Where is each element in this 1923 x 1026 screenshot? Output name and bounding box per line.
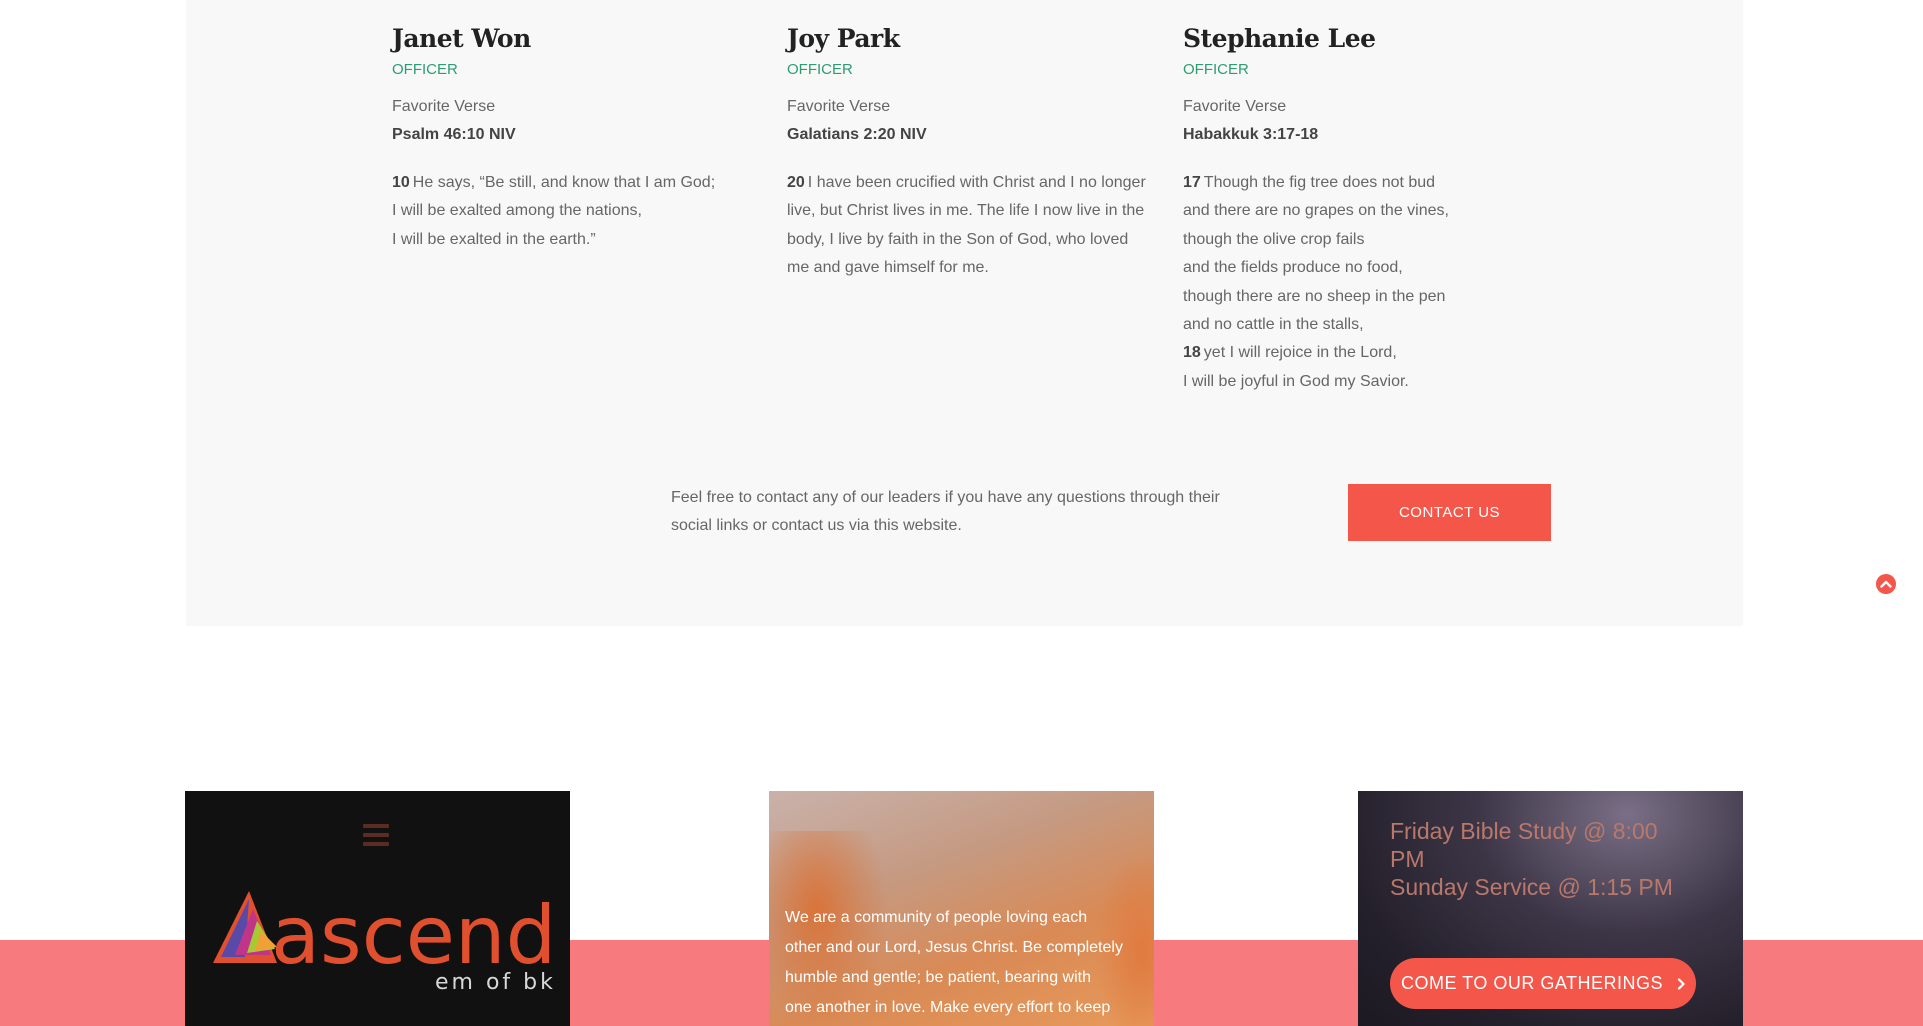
member-name: Janet Won	[392, 24, 531, 53]
verse-line: body, I live by faith in the Son of God,…	[787, 226, 1167, 254]
verse-line: and the fields produce no food,	[1183, 254, 1563, 282]
contact-message-line: Feel free to contact any of our leaders …	[671, 489, 1220, 506]
chevron-right-icon	[1677, 977, 1685, 990]
member-name: Joy Park	[787, 24, 900, 53]
verse-line-text: yet I will rejoice in the Lord,	[1203, 344, 1397, 362]
verse-line-text: He says, “Be still, and know that I am G…	[412, 174, 716, 191]
verse-line-text: and the fields produce no food,	[1183, 259, 1403, 277]
verse-number: 18	[1183, 344, 1201, 362]
verse-line: I will be exalted in the earth.”	[392, 226, 772, 254]
verse-line-text: me and gave himself for me.	[787, 259, 989, 277]
verse-line-text: I will be exalted in the earth.”	[392, 230, 596, 248]
verse-line: I will be exalted among the nations,	[392, 197, 772, 225]
leaders-panel: Janet Won OFFICER Favorite Verse Psalm 4…	[186, 0, 1896, 626]
logo-subtitle: em of bkc	[435, 970, 555, 991]
verse-line: 18 yet I will rejoice in the Lord,	[1183, 339, 1563, 367]
page: Janet Won OFFICER Favorite Verse Psalm 4…	[0, 0, 1923, 1026]
come-to-gatherings-button[interactable]: COME TO OUR GATHERINGS	[1390, 958, 1696, 1009]
verse-line: though there are no sheep in the pen	[1183, 283, 1563, 311]
gatherings-button-label: COME TO OUR GATHERINGS	[1400, 973, 1664, 993]
verse-line: and there are no grapes on the vines,	[1183, 197, 1563, 225]
verse-reference: Psalm 46:10 NIV	[392, 126, 516, 143]
verse-reference: Galatians 2:20 NIV	[787, 126, 927, 143]
back-to-top-button[interactable]	[1876, 574, 1896, 594]
gathering-schedule: Friday Bible Study @ 8:00 PM Sunday Serv…	[1390, 817, 1720, 901]
verse-line-text: though the olive crop fails	[1183, 230, 1365, 248]
member-card-joy: Joy Park OFFICER Favorite Verse Galatian…	[787, 22, 1167, 283]
community-line: We are a community of people loving each	[785, 909, 1088, 926]
verse-label: Favorite Verse	[1183, 98, 1287, 115]
verse-label: Favorite Verse	[392, 98, 496, 115]
verse-line-text: I will be exalted among the nations,	[392, 202, 642, 220]
schedule-line: Sunday Service @ 1:15 PM	[1390, 874, 1673, 900]
verse-number: 20	[787, 174, 805, 191]
member-card-stephanie: Stephanie Lee OFFICER Favorite Verse Hab…	[1183, 22, 1563, 396]
verse-reference: Habakkuk 3:17-18	[1183, 126, 1319, 143]
chevron-up-icon	[1880, 580, 1892, 588]
contact-message: Feel free to contact any of our leaders …	[671, 484, 1271, 541]
verse-text: 10 He says, “Be still, and know that I am…	[392, 169, 772, 254]
verse-number: 10	[392, 174, 410, 191]
logo-word: ascend	[271, 891, 555, 982]
schedule-line: PM	[1390, 846, 1425, 872]
verse-line-text: live, but Christ lives in me. The life I…	[787, 202, 1145, 220]
verse-label: Favorite Verse	[787, 98, 891, 115]
member-name: Stephanie Lee	[1183, 24, 1376, 53]
verse-text: 17 Though the fig tree does not bud and t…	[1183, 169, 1563, 396]
hamburger-menu-icon[interactable]	[363, 824, 389, 846]
verse-line: I will be joyful in God my Savior.	[1183, 368, 1563, 396]
gatherings-card: Friday Bible Study @ 8:00 PM Sunday Serv…	[1358, 791, 1743, 1026]
verse-line-text: body, I live by faith in the Son of God,…	[787, 230, 1129, 248]
member-role: OFFICER	[392, 61, 458, 78]
verse-text: 20 I have been crucified with Christ and …	[787, 169, 1167, 283]
member-role: OFFICER	[787, 61, 853, 78]
verse-line: me and gave himself for me.	[787, 254, 1167, 282]
verse-line-text: Though the fig tree does not bud	[1203, 174, 1436, 191]
verse-line-text: and there are no grapes on the vines,	[1183, 202, 1449, 220]
community-line: one another in love. Make every effort t…	[785, 999, 1111, 1016]
verse-number: 17	[1183, 174, 1201, 191]
verse-line: 10 He says, “Be still, and know that I am…	[392, 169, 772, 197]
schedule-line: Friday Bible Study @ 8:00	[1390, 818, 1658, 844]
contact-message-line: social links or contact us via this webs…	[671, 517, 962, 535]
community-description: We are a community of people loving each…	[785, 903, 1145, 1023]
contact-us-button[interactable]: CONTACT US	[1348, 484, 1551, 541]
member-role: OFFICER	[1183, 61, 1249, 78]
community-line: humble and gentle; be patient, bearing w…	[785, 969, 1091, 986]
verse-line-text: I have been crucified with Christ and I …	[807, 174, 1146, 191]
ascend-logo: ascend em of bkc	[213, 891, 555, 991]
verse-line-text: though there are no sheep in the pen	[1183, 287, 1446, 305]
verse-line: 20 I have been crucified with Christ and …	[787, 169, 1167, 197]
verse-line: though the olive crop fails	[1183, 226, 1563, 254]
community-card: We are a community of people loving each…	[769, 791, 1154, 1026]
verse-line: live, but Christ lives in me. The life I…	[787, 197, 1167, 225]
community-line: other and our Lord, Jesus Christ. Be com…	[785, 939, 1123, 956]
verse-line-text: and no cattle in the stalls,	[1183, 316, 1364, 334]
verse-line: 17 Though the fig tree does not bud	[1183, 169, 1563, 197]
verse-line-text: I will be joyful in God my Savior.	[1183, 372, 1409, 390]
member-card-janet: Janet Won OFFICER Favorite Verse Psalm 4…	[392, 22, 772, 254]
verse-line: and no cattle in the stalls,	[1183, 311, 1563, 339]
logo-card: ascend em of bkc	[185, 791, 570, 1026]
